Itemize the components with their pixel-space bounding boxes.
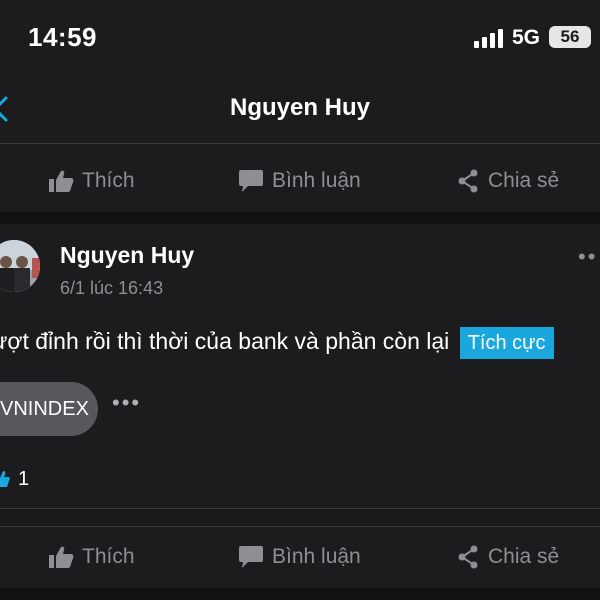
share-icon [458, 169, 478, 193]
more-tickers-icon[interactable]: ••• [112, 392, 141, 414]
comment-icon [239, 546, 263, 568]
share-icon [458, 545, 478, 569]
share-button[interactable]: Chia sẻ [456, 528, 559, 586]
like-label: Thích [82, 169, 135, 192]
ticker-label: VNINDEX [0, 398, 89, 420]
like-button[interactable]: Thích [48, 528, 135, 586]
post-content: ượt đỉnh rồi thì thời của bank và phần c… [0, 324, 554, 360]
author-name[interactable]: Nguyen Huy [60, 242, 194, 269]
sentiment-tag[interactable]: Tích cực [459, 327, 554, 359]
ticker-chip[interactable]: VNINDEX [0, 382, 98, 436]
share-label: Chia sẻ [488, 545, 560, 568]
share-label: Chia sẻ [488, 169, 560, 192]
section-separator [0, 212, 600, 224]
more-options-icon[interactable]: •• [578, 246, 597, 268]
comment-button[interactable]: Bình luận [238, 152, 361, 210]
share-button[interactable]: Chia sẻ [456, 152, 559, 210]
post-action-bar: Thích Bình luận Chia sẻ [0, 528, 600, 586]
network-label: 5G [512, 26, 541, 49]
reaction-count: 1 [18, 467, 30, 490]
battery-level: 56 [560, 27, 580, 46]
reactions-summary[interactable]: 1 [0, 466, 29, 492]
nav-bar: Nguyen Huy [0, 76, 600, 142]
like-label: Thích [82, 545, 135, 568]
divider [0, 143, 600, 144]
post-text: ượt đỉnh rồi thì thời của bank và phần c… [0, 328, 450, 354]
thumbs-up-icon [49, 546, 74, 568]
section-separator [0, 509, 600, 526]
comment-icon [239, 170, 263, 192]
divider [0, 526, 600, 527]
signal-icon [474, 28, 504, 48]
avatar-photo [0, 240, 40, 292]
previous-post-action-bar: Thích Bình luận Chia sẻ [0, 152, 600, 210]
section-separator [0, 588, 600, 600]
screen: 14:59 5G 56 Nguyen Huy Thích Bình luận C… [0, 0, 600, 600]
like-reaction-icon [0, 471, 10, 487]
like-button[interactable]: Thích [48, 152, 135, 210]
post-timestamp: 6/1 lúc 16:43 [60, 278, 164, 298]
post-header: Nguyen Huy 6/1 lúc 16:43 •• [0, 224, 600, 314]
comment-label: Bình luận [272, 545, 361, 568]
comment-label: Bình luận [272, 169, 361, 192]
comment-button[interactable]: Bình luận [238, 528, 361, 586]
battery-icon: 56 [549, 26, 591, 48]
avatar[interactable] [0, 240, 40, 292]
thumbs-up-icon [49, 170, 74, 192]
status-time: 14:59 [28, 22, 97, 52]
page-title: Nguyen Huy [229, 94, 370, 121]
status-bar: 14:59 5G 56 [0, 0, 600, 76]
